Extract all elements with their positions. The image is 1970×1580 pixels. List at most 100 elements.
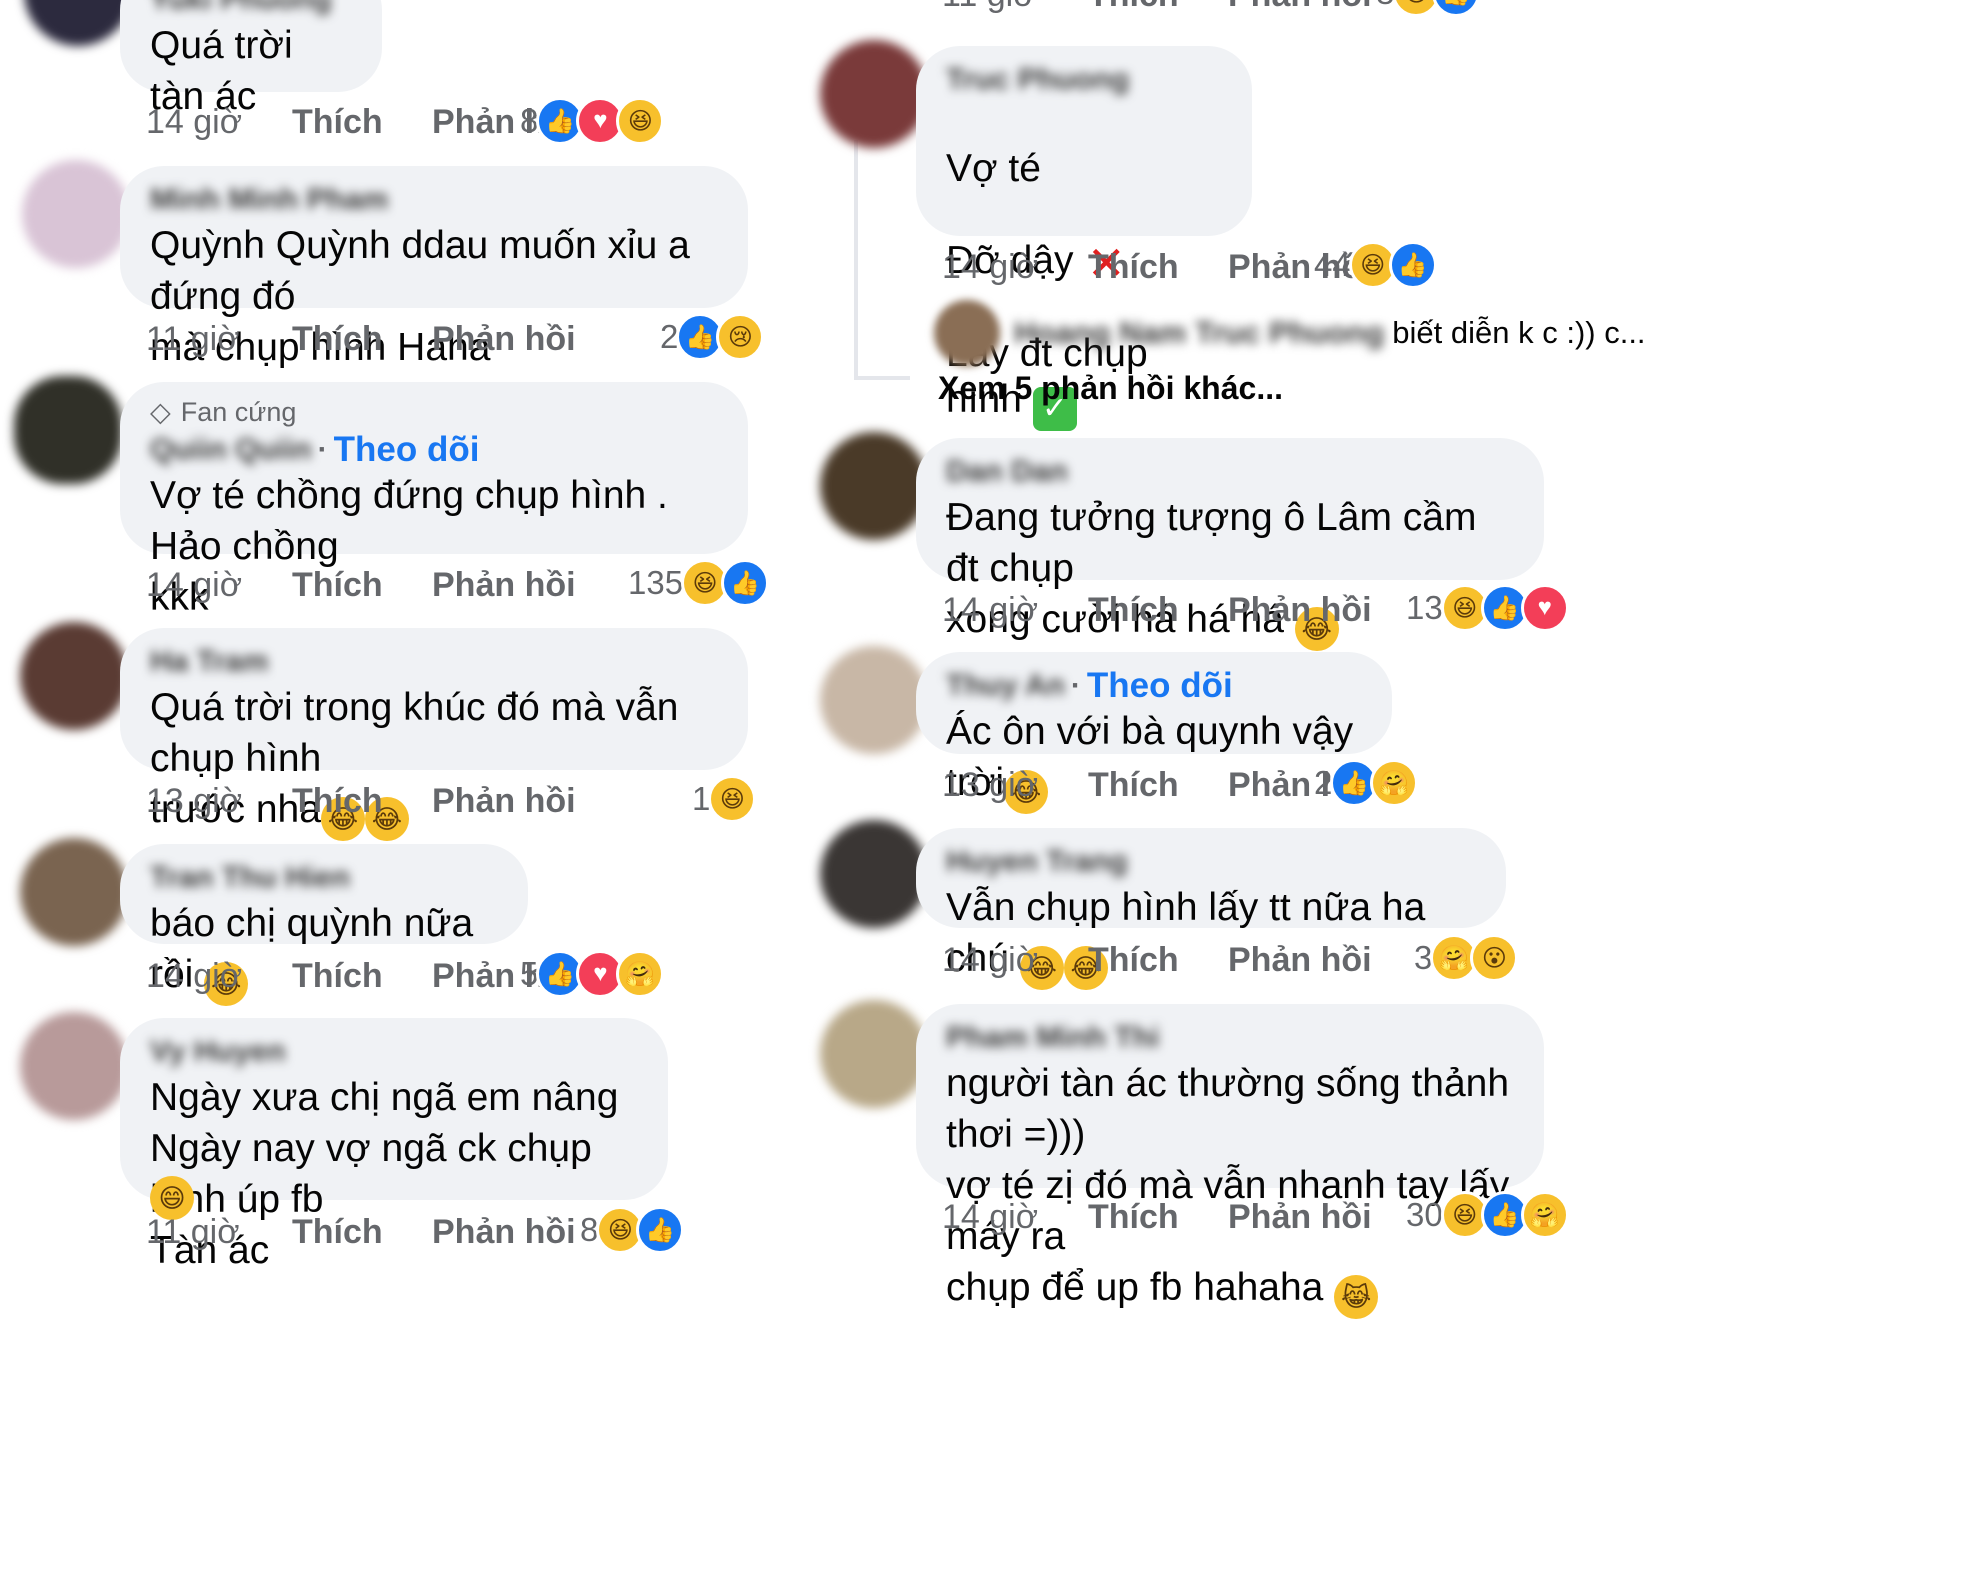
avatar[interactable] xyxy=(820,820,928,928)
comment-time[interactable]: 11 giờ xyxy=(942,0,1088,15)
like-button[interactable]: Thích xyxy=(1088,941,1228,980)
comment-time[interactable]: 14 giờ xyxy=(942,248,1088,287)
avatar[interactable] xyxy=(20,1012,128,1120)
reply-button[interactable]: Phản hồi xyxy=(432,1213,576,1252)
badge-label: Fan cứng xyxy=(180,396,297,427)
reply-button[interactable]: Phản hồi xyxy=(432,320,576,359)
thread-line xyxy=(854,140,858,380)
avatar[interactable] xyxy=(820,40,928,148)
like-button[interactable]: Thích xyxy=(1088,0,1228,15)
comment-time[interactable]: 11 giờ xyxy=(146,1213,292,1252)
commenter-name[interactable]: Hoang Nam Truc Phuong xyxy=(1014,315,1384,351)
reaction-count: 13 xyxy=(1406,589,1443,626)
reaction-summary[interactable]: 8 😆 👍 xyxy=(580,1205,685,1255)
name-row: Quiin Quiin · Theo dõi xyxy=(150,430,718,470)
view-more-replies-link[interactable]: Xem 5 phản hồi khác... xyxy=(938,370,1283,407)
like-button[interactable]: Thích xyxy=(1088,248,1228,287)
reaction-summary[interactable]: 2 👍 🤗 xyxy=(1314,758,1419,808)
reaction-summary[interactable]: 3 🤗 😮 xyxy=(1414,933,1519,983)
comment-meta: 14 giờ Thích Phản hồi xyxy=(146,97,576,147)
reply-button[interactable]: Phản hồi xyxy=(1228,1198,1372,1237)
comment-bubble: Pham Minh Thi người tàn ác thường sống t… xyxy=(916,1004,1544,1319)
like-button[interactable]: Thích xyxy=(292,566,432,605)
follow-button[interactable]: Theo dõi xyxy=(1087,666,1233,706)
comment-time[interactable]: 13 giờ xyxy=(942,766,1088,805)
avatar[interactable] xyxy=(820,646,928,754)
separator-dot: · xyxy=(317,433,328,466)
comment-bubble: Vy Huyen Ngày xưa chị ngã em nâng Ngày n… xyxy=(120,1018,668,1272)
comment-time[interactable]: 14 giờ xyxy=(146,566,292,605)
avatar[interactable] xyxy=(14,376,122,484)
care-reaction-icon: 🤗 xyxy=(616,950,665,998)
commenter-name[interactable]: Yuki Phuong xyxy=(150,0,352,20)
commenter-name[interactable]: Pham Minh Thi xyxy=(946,1018,1514,1058)
like-button[interactable]: Thích xyxy=(292,1213,432,1252)
care-reaction-icon: 🤗 xyxy=(1370,759,1419,807)
like-button[interactable]: Thích xyxy=(1088,1198,1228,1237)
comment-meta: 14 giờ Thích Phản hồi xyxy=(942,585,1372,635)
like-reaction-icon: 👍 xyxy=(721,559,770,607)
commenter-name[interactable]: Ha Tram xyxy=(150,642,718,682)
like-button[interactable]: Thích xyxy=(292,103,432,142)
comment-text-content: người tàn ác thường sống thảnh thơi =)))… xyxy=(946,1062,1510,1309)
avatar[interactable] xyxy=(22,160,130,268)
commenter-name[interactable]: Thuy An xyxy=(946,666,1065,706)
comment-bubble: Dan Dan Đang tưởng tượng ô Lâm cầm đt ch… xyxy=(916,438,1544,651)
comment-meta: 13 giờ Thích Phản hồi xyxy=(146,776,576,826)
reaction-summary[interactable]: 135 😆 👍 xyxy=(628,558,770,608)
commenter-name[interactable]: Quiin Quiin xyxy=(150,430,312,470)
comment-time[interactable]: 14 giờ xyxy=(942,1198,1088,1237)
reaction-summary[interactable]: 13 😆 👍 ♥ xyxy=(1406,583,1569,633)
avatar[interactable] xyxy=(24,0,132,46)
like-button[interactable]: Thích xyxy=(1088,591,1228,630)
comment-time[interactable]: 14 giờ xyxy=(146,103,292,142)
reaction-summary[interactable]: 2 👍 😢 xyxy=(660,312,765,362)
commenter-name[interactable]: Vy Huyen xyxy=(150,1032,638,1072)
name-row: Thuy An · Theo dõi xyxy=(946,666,1362,706)
reaction-count: 30 xyxy=(1406,1196,1443,1233)
reply-button[interactable]: Phản hồi xyxy=(1228,591,1372,630)
thread-line xyxy=(854,376,910,380)
reply-button[interactable]: Phản hồi xyxy=(1228,0,1372,15)
avatar[interactable] xyxy=(20,622,128,730)
comment-meta: 11 giờ Thích Phản hồi xyxy=(942,0,1372,20)
avatar[interactable] xyxy=(820,432,928,540)
nested-reply-preview[interactable]: Hoang Nam Truc Phuong biết diễn k c :)) … xyxy=(934,300,1646,366)
comment-time[interactable]: 14 giờ xyxy=(146,957,292,996)
reaction-summary[interactable]: 8 👍 ♥ 😆 xyxy=(520,96,665,146)
reaction-summary[interactable]: 30 😆 👍 🤗 xyxy=(1406,1190,1569,1240)
comment-bubble: Huyen Trang Vẫn chụp hình lấy tt nữa ha … xyxy=(916,828,1506,990)
comment-meta: 14 giờ Thích Phản hồi xyxy=(146,560,576,610)
like-button[interactable]: Thích xyxy=(292,782,432,821)
separator-dot: · xyxy=(1070,669,1081,702)
commenter-name[interactable]: Truc Phuong xyxy=(946,60,1222,100)
avatar[interactable] xyxy=(20,838,128,946)
comment-bubble: Thuy An · Theo dõi Ác ôn với bà quynh vậ… xyxy=(916,652,1392,814)
commenter-name[interactable]: Minh Minh Pham xyxy=(150,180,718,220)
reply-button[interactable]: Phản hồi xyxy=(432,782,576,821)
haha-reaction-icon: 😆 xyxy=(708,775,757,823)
like-button[interactable]: Thích xyxy=(292,957,432,996)
sad-reaction-icon: 😢 xyxy=(716,313,765,361)
reply-button[interactable]: Phản hồi xyxy=(432,566,576,605)
commenter-name[interactable]: Huyen Trang xyxy=(946,842,1476,882)
comment-meta: 14 giờ Thích Phản hồi xyxy=(942,935,1372,985)
follow-button[interactable]: Theo dõi xyxy=(334,430,480,470)
comment-meta: 11 giờ Thích Phản hồi xyxy=(146,314,576,364)
like-button[interactable]: Thích xyxy=(292,320,432,359)
avatar[interactable] xyxy=(820,1000,928,1108)
commenter-name[interactable]: Dan Dan xyxy=(946,452,1514,492)
avatar[interactable] xyxy=(934,300,1000,366)
reaction-summary[interactable]: 1 😆 xyxy=(692,774,757,824)
like-button[interactable]: Thích xyxy=(1088,766,1228,805)
reaction-summary[interactable]: 8 😆 👍 xyxy=(1376,0,1481,18)
comment-time[interactable]: 11 giờ xyxy=(146,320,292,359)
comment-time[interactable]: 14 giờ xyxy=(942,941,1088,980)
reaction-summary[interactable]: 5 👍 ♥ 🤗 xyxy=(520,949,665,999)
reply-button[interactable]: Phản hồi xyxy=(1228,941,1372,980)
comment-time[interactable]: 14 giờ xyxy=(942,591,1088,630)
comment-time[interactable]: 13 giờ xyxy=(146,782,292,821)
reaction-summary[interactable]: 44 😆 👍 xyxy=(1314,240,1437,290)
commenter-name[interactable]: Tran Thu Hien xyxy=(150,858,498,898)
like-reaction-icon: 👍 xyxy=(636,1206,685,1254)
